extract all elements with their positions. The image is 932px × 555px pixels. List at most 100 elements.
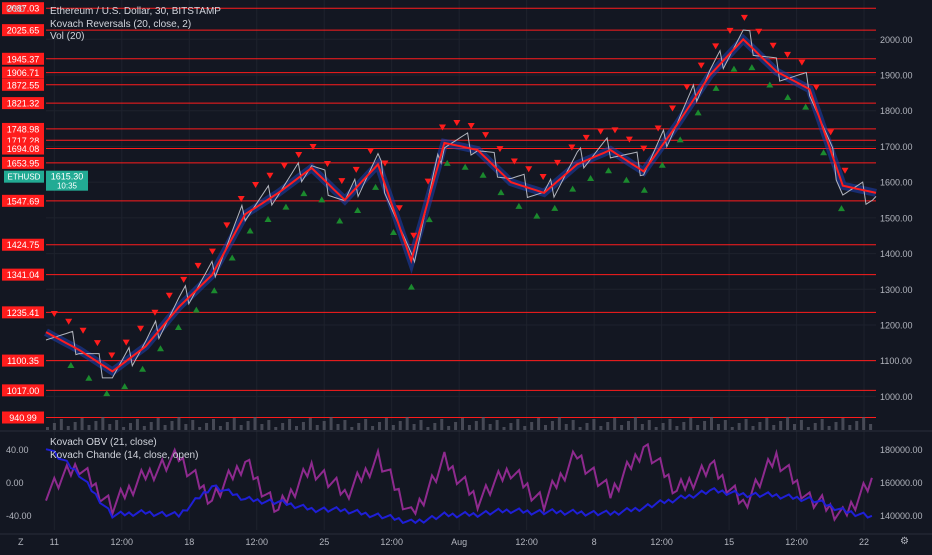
level-label: 1945.37 xyxy=(7,54,40,64)
volume-bar xyxy=(516,419,520,430)
level-label: 1653.95 xyxy=(7,158,40,168)
volume-bar xyxy=(710,417,713,430)
volume-bar xyxy=(537,418,541,430)
volume-bar xyxy=(675,426,679,430)
volume-bar xyxy=(793,424,796,430)
volume-bar xyxy=(585,423,589,430)
volume-bar xyxy=(447,426,451,430)
price-tick-label: 1100.00 xyxy=(880,356,912,366)
volume-bar xyxy=(502,427,506,430)
reversal-up-marker xyxy=(605,167,613,174)
volume-bar xyxy=(135,419,139,430)
volume-bar xyxy=(336,424,340,430)
time-tick-label: Aug xyxy=(451,537,467,547)
level-label: 1424.75 xyxy=(7,240,40,250)
reversal-down-marker xyxy=(108,352,116,359)
reversal-up-marker xyxy=(246,227,254,234)
volume-bar xyxy=(419,420,423,430)
volume-bar xyxy=(350,427,354,430)
indicator-legend-volume[interactable]: Vol (20) xyxy=(50,31,84,42)
price-line xyxy=(45,29,877,379)
volume-bar xyxy=(129,423,132,430)
reversal-up-marker xyxy=(67,361,75,368)
reversal-up-marker xyxy=(372,183,380,190)
volume-bar xyxy=(530,422,534,430)
volume-bar xyxy=(191,420,195,430)
volume-bar xyxy=(315,425,319,430)
reversal-down-marker xyxy=(165,292,173,299)
symbol-label: ETHUSD xyxy=(8,173,41,182)
level-label: 2025.65 xyxy=(7,26,40,36)
timezone-z-icon[interactable]: Z xyxy=(18,537,24,547)
volume-bar xyxy=(779,421,783,430)
time-tick-label: 15 xyxy=(724,537,734,547)
volume-bar xyxy=(848,425,852,430)
chart-title[interactable]: Ethereum / U.S. Dollar, 30, BITSTAMP xyxy=(50,6,221,17)
level-label: 1821.32 xyxy=(7,99,40,109)
volume-bar xyxy=(689,418,693,430)
indicator-legend-reversals[interactable]: Kovach Reversals (20, close, 2) xyxy=(50,19,191,30)
reversal-down-marker xyxy=(93,340,101,347)
reversal-down-marker xyxy=(122,339,130,346)
level-label: 1100.35 xyxy=(7,356,39,366)
price-chart[interactable]: 2087.032025.651945.371906.711872.551821.… xyxy=(0,0,932,550)
indicator-legend-chande[interactable]: Kovach Chande (14, close, open) xyxy=(50,450,198,461)
volume-bar xyxy=(668,419,672,430)
reversal-up-marker xyxy=(157,345,165,352)
level-label: 1748.98 xyxy=(7,124,40,134)
volume-bar xyxy=(440,419,444,430)
volume-bar xyxy=(308,418,312,430)
reversal-down-marker xyxy=(338,178,346,185)
volume-bar xyxy=(661,423,665,430)
reversal-up-marker xyxy=(640,186,648,193)
price-tick-label: 1700.00 xyxy=(880,142,913,152)
time-tick-label: 12:00 xyxy=(785,537,808,547)
reversal-up-marker xyxy=(85,374,93,381)
volume-bar xyxy=(239,425,243,430)
reversal-up-marker xyxy=(264,215,272,222)
volume-bar xyxy=(260,424,264,430)
oscillator-tick-right: 140000.00 xyxy=(880,511,923,521)
oscillator-tick-left: 40.00 xyxy=(6,445,29,455)
reversal-down-marker xyxy=(712,43,720,50)
reversal-down-marker xyxy=(625,136,633,143)
volume-bar xyxy=(246,421,250,430)
volume-bar xyxy=(267,420,271,430)
level-label: 1906.71 xyxy=(7,68,40,78)
reversal-down-marker xyxy=(367,148,375,155)
level-label: 1547.69 xyxy=(7,196,40,206)
volume-bar xyxy=(716,424,720,430)
volume-bar xyxy=(620,425,624,430)
volume-bar xyxy=(218,426,222,430)
time-tick-label: 18 xyxy=(184,537,194,547)
volume-bar xyxy=(474,421,478,430)
volume-bar xyxy=(799,420,803,430)
last-price-label: 1615.30 xyxy=(51,172,84,182)
volume-bar xyxy=(405,417,409,430)
indicator-legend-obv[interactable]: Kovach OBV (21, close) xyxy=(50,437,157,448)
level-label: 1235.41 xyxy=(7,308,40,318)
volume-bar xyxy=(433,423,437,430)
reversal-up-marker xyxy=(354,207,362,214)
price-tick-label: 1900.00 xyxy=(880,71,913,81)
reversal-up-marker xyxy=(479,171,487,178)
level-label: 1341.04 xyxy=(7,270,40,280)
volume-bar xyxy=(281,423,285,430)
volume-bar xyxy=(488,424,492,430)
time-tick-label: 8 xyxy=(592,537,597,547)
volume-bar xyxy=(647,420,651,430)
price-tick-label: 1200.00 xyxy=(880,321,913,331)
volume-bar xyxy=(364,419,368,430)
time-tick-label: 12:00 xyxy=(515,537,538,547)
gear-icon[interactable]: ⚙ xyxy=(900,536,909,547)
volume-bar xyxy=(212,419,215,430)
volume-bar xyxy=(412,424,416,430)
time-axis[interactable]: 11 12:00 18 12:00 25 12:00 Aug 12:00 8 12:00 15 12:… xyxy=(0,533,932,547)
volume-bar xyxy=(115,420,119,430)
reversal-band xyxy=(44,33,877,377)
volume-bar xyxy=(101,417,105,430)
volume-bar xyxy=(827,426,831,430)
reversal-down-marker xyxy=(323,161,331,168)
reversal-up-marker xyxy=(622,176,630,183)
oscillator-tick-left: 0.00 xyxy=(6,478,24,488)
